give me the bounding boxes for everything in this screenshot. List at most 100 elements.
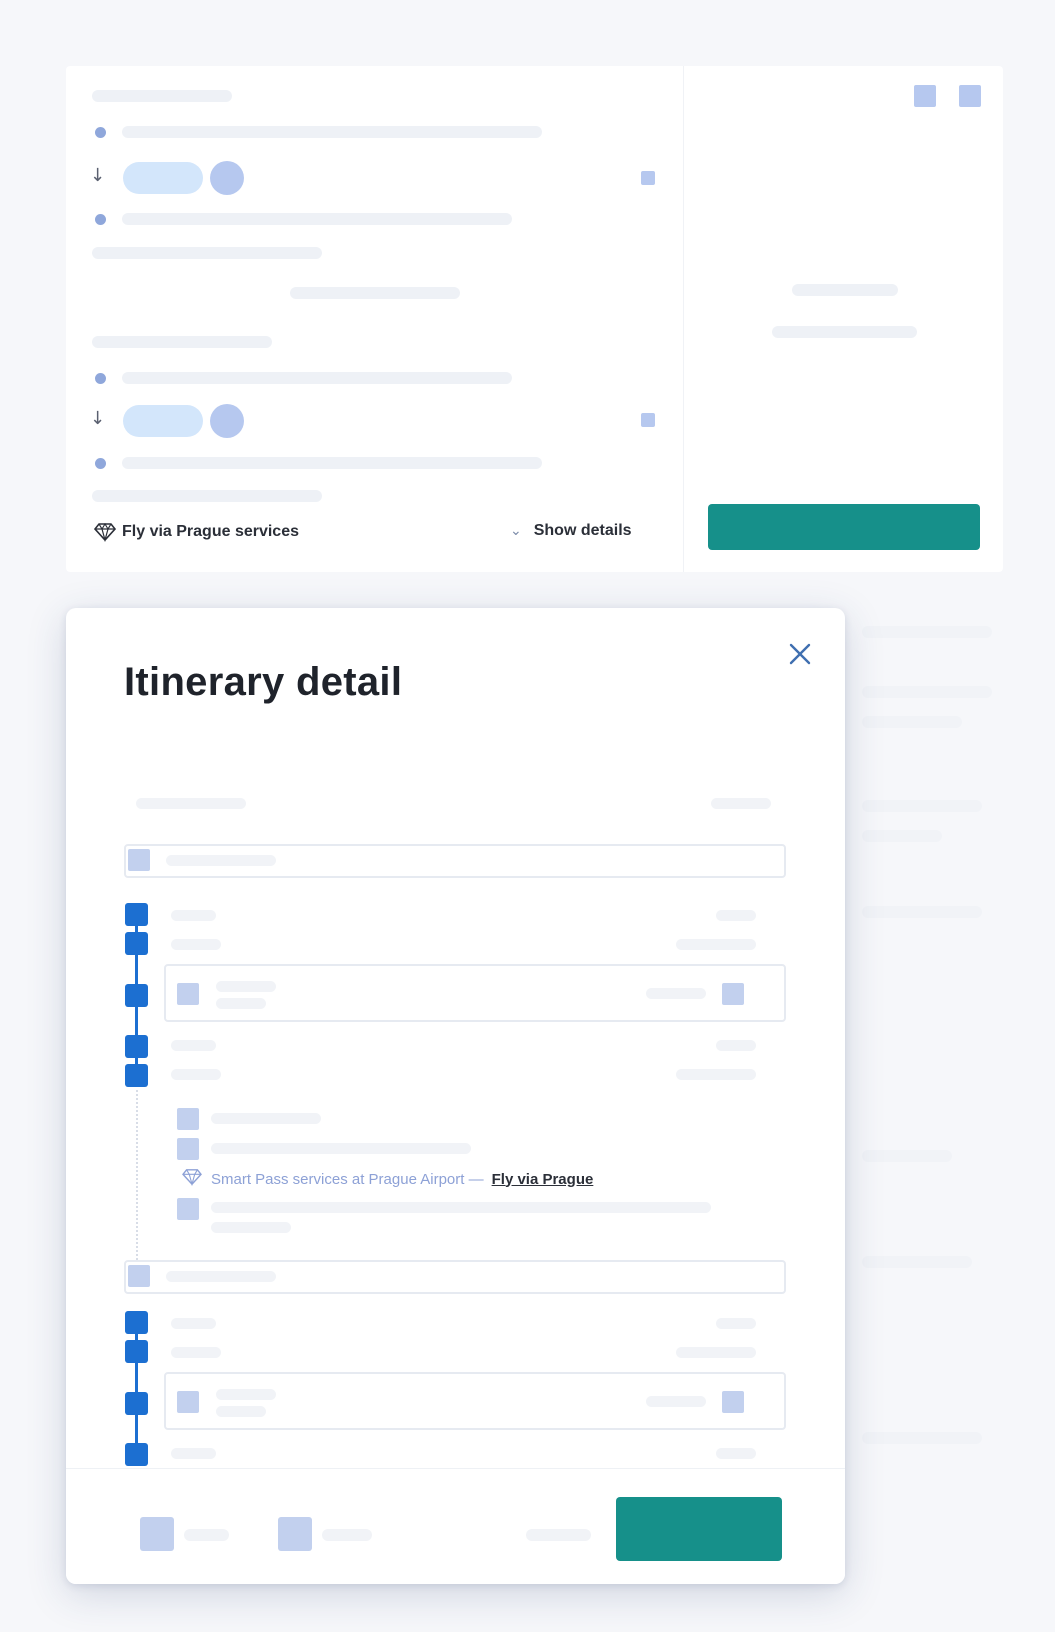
return-info-icon[interactable] — [641, 413, 655, 427]
timeline-marker — [125, 1035, 148, 1058]
layover-icon — [177, 1108, 199, 1130]
smart-pass-text: Smart Pass services at Prague Airport — — [211, 1170, 484, 1188]
airport-placeholder — [171, 1069, 221, 1080]
direction-label-placeholder — [136, 798, 246, 809]
bg-text-placeholder — [862, 1432, 982, 1444]
favorite-label-placeholder — [322, 1529, 372, 1541]
trip-card-divider — [683, 66, 684, 572]
return-arrival-dot — [95, 458, 106, 469]
date-placeholder — [716, 1040, 756, 1051]
flight-no-placeholder — [216, 998, 266, 1009]
plane-icon — [128, 849, 150, 871]
bg-text-placeholder — [862, 1256, 972, 1268]
return-heading-placeholder — [92, 336, 272, 348]
airport-code-placeholder — [676, 1347, 756, 1358]
timeline-marker — [125, 903, 148, 926]
smart-pass-row: Smart Pass services at Prague Airport — … — [181, 1168, 593, 1190]
expand-icon[interactable] — [722, 983, 744, 1005]
time-placeholder — [171, 1040, 216, 1051]
segment-header-placeholder — [166, 1271, 276, 1282]
price-sub-placeholder — [772, 326, 917, 338]
info-text-placeholder — [211, 1202, 711, 1213]
carrier-name-placeholder — [216, 981, 276, 992]
duration-pill — [123, 162, 203, 194]
segment-header-placeholder — [166, 855, 276, 866]
bg-text-placeholder — [862, 686, 992, 698]
arrow-down-icon: ↓ — [90, 165, 106, 186]
bg-text-placeholder — [862, 906, 982, 918]
info-text-placeholder — [211, 1222, 291, 1233]
time-placeholder — [171, 1318, 216, 1329]
share-label-placeholder — [184, 1529, 229, 1541]
timeline-marker — [125, 1392, 148, 1415]
class-placeholder — [646, 1396, 706, 1407]
time-placeholder — [171, 910, 216, 921]
timeline-marker — [125, 1064, 148, 1087]
timeline-marker — [125, 1311, 148, 1334]
price-placeholder — [792, 284, 898, 296]
fly-via-prague-link[interactable]: Fly via Prague — [492, 1171, 594, 1188]
return-meta-placeholder — [92, 490, 322, 502]
return-departure-placeholder — [122, 372, 512, 384]
bg-text-placeholder — [862, 626, 992, 638]
airport-code-placeholder — [676, 1069, 756, 1080]
airport-code-placeholder — [676, 939, 756, 950]
fly-via-prague-row: Fly via Prague services — [93, 522, 299, 543]
outbound-heading-placeholder — [92, 90, 232, 102]
departure-text-placeholder — [122, 126, 542, 138]
fly-via-prague-services-label: Fly via Prague services — [122, 523, 299, 540]
layover-line — [136, 1090, 138, 1260]
date-placeholder — [716, 910, 756, 921]
bg-text-placeholder — [862, 1150, 952, 1162]
gem-icon — [93, 522, 117, 543]
departure-dot — [95, 127, 106, 138]
timeline-marker — [125, 932, 148, 955]
timeline-marker — [125, 984, 148, 1007]
select-button[interactable] — [708, 504, 980, 550]
carrier-logo — [210, 161, 244, 195]
layover-text-placeholder — [211, 1113, 321, 1124]
carrier-logo — [177, 1391, 199, 1413]
outbound-meta-placeholder — [92, 247, 322, 259]
chevron-down-icon: ⌄ — [510, 523, 522, 539]
bg-text-placeholder — [862, 830, 942, 842]
class-placeholder — [646, 988, 706, 999]
flight-no-placeholder — [216, 1406, 266, 1417]
duration-label-placeholder — [711, 798, 771, 809]
bg-text-placeholder — [862, 716, 962, 728]
info-icon — [177, 1198, 199, 1220]
arrow-down-icon: ↓ — [90, 408, 106, 429]
expand-icon[interactable] — [722, 1391, 744, 1413]
price-placeholder — [526, 1529, 591, 1541]
book-button[interactable] — [616, 1497, 782, 1561]
timeline-marker — [125, 1443, 148, 1466]
favorite-icon[interactable] — [959, 85, 981, 107]
date-placeholder — [716, 1448, 756, 1459]
carrier-logo — [177, 983, 199, 1005]
baggage-icon — [177, 1138, 199, 1160]
plane-icon — [128, 1265, 150, 1287]
return-arrival-placeholder — [122, 457, 542, 469]
airport-placeholder — [171, 939, 221, 950]
timeline-marker — [125, 1340, 148, 1363]
arrival-dot — [95, 214, 106, 225]
return-carrier-logo — [210, 404, 244, 438]
bg-text-placeholder — [862, 800, 982, 812]
modal-footer — [66, 1468, 845, 1584]
date-placeholder — [716, 1318, 756, 1329]
close-icon — [789, 643, 811, 665]
share-icon[interactable] — [140, 1517, 174, 1551]
close-button[interactable] — [784, 638, 816, 670]
return-departure-dot — [95, 373, 106, 384]
show-details-label: Show details — [533, 522, 632, 539]
stopover-placeholder — [290, 287, 460, 299]
favorite-icon[interactable] — [278, 1517, 312, 1551]
time-placeholder — [171, 1448, 216, 1459]
airport-placeholder — [171, 1347, 221, 1358]
show-details-toggle[interactable]: ⌄ Show details — [510, 522, 632, 540]
share-icon[interactable] — [914, 85, 936, 107]
info-icon[interactable] — [641, 171, 655, 185]
itinerary-detail-modal: Itinerary detail Smart Pass services at … — [66, 608, 845, 1584]
baggage-text-placeholder — [211, 1143, 471, 1154]
return-duration-pill — [123, 405, 203, 437]
